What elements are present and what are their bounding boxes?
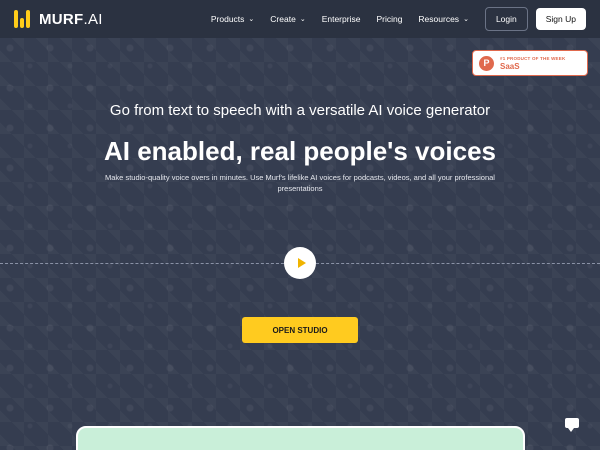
chevron-down-icon: ⌄ bbox=[248, 16, 255, 23]
brand-logo[interactable]: MURF.AI bbox=[14, 10, 103, 28]
hero-title: AI enabled, real people's voices bbox=[103, 136, 496, 166]
chevron-down-icon: ⌄ bbox=[299, 16, 306, 23]
logo-name: MURF bbox=[39, 10, 84, 28]
play-button[interactable] bbox=[284, 247, 316, 279]
badge-title: SaaS bbox=[500, 61, 520, 71]
login-button[interactable]: Login bbox=[484, 7, 528, 31]
nav-label: Resources bbox=[418, 14, 460, 24]
product-hunt-badge[interactable]: P #1 PRODUCT OF THE WEEK SaaS bbox=[472, 50, 588, 76]
top-navbar: MURF.AI Products ⌄ Create ⌄ Enterprise P… bbox=[0, 0, 600, 38]
nav-label: Enterprise bbox=[321, 14, 361, 24]
hero-subtitle: Go from text to speech with a versatile … bbox=[109, 102, 491, 119]
hero-description: Make studio-quality voice overs in minut… bbox=[105, 173, 495, 193]
nav-create[interactable]: Create ⌄ bbox=[262, 14, 313, 24]
chat-icon bbox=[565, 418, 579, 432]
nav-enterprise[interactable]: Enterprise bbox=[314, 14, 369, 24]
badge-text: #1 PRODUCT OF THE WEEK SaaS bbox=[500, 56, 565, 71]
background-pattern bbox=[0, 38, 600, 450]
badge-caption: #1 PRODUCT OF THE WEEK bbox=[500, 55, 566, 61]
logo-suffix: .AI bbox=[83, 10, 103, 28]
preview-card bbox=[76, 426, 525, 450]
logo-text: MURF.AI bbox=[39, 11, 103, 28]
murf-logo-icon bbox=[14, 10, 34, 28]
nav-label: Pricing bbox=[376, 14, 403, 24]
nav-pricing[interactable]: Pricing bbox=[368, 14, 410, 24]
signup-button[interactable]: Sign Up bbox=[535, 8, 586, 30]
chat-launcher[interactable] bbox=[565, 418, 581, 432]
chevron-down-icon: ⌄ bbox=[463, 16, 469, 23]
play-icon bbox=[297, 258, 306, 268]
nav-products[interactable]: Products ⌄ bbox=[203, 14, 262, 24]
main-nav: Products ⌄ Create ⌄ Enterprise Pricing R… bbox=[203, 7, 586, 31]
nav-resources[interactable]: Resources ⌄ bbox=[410, 14, 477, 24]
open-studio-button[interactable]: OPEN STUDIO bbox=[242, 317, 358, 343]
nav-label: Products bbox=[210, 14, 245, 24]
product-hunt-icon: P bbox=[479, 55, 494, 71]
nav-label: Create bbox=[270, 14, 296, 24]
